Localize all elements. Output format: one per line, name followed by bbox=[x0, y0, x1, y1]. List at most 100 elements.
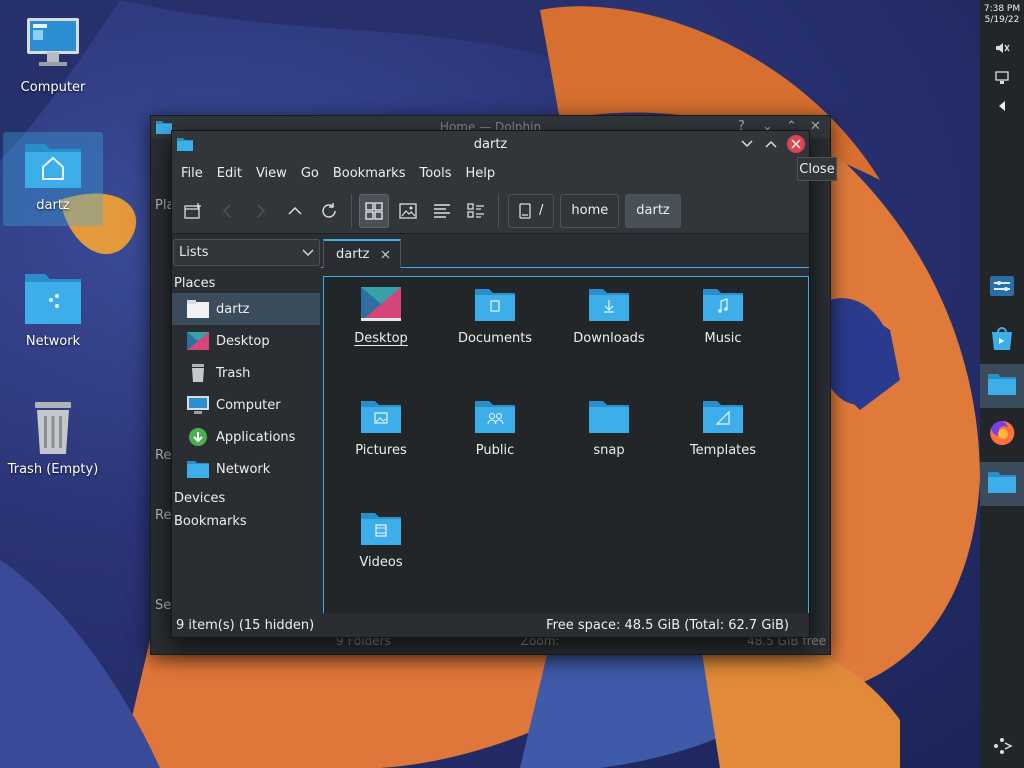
task-dolphin-1[interactable] bbox=[980, 364, 1024, 408]
dolphin-folder-icon bbox=[987, 469, 1017, 499]
toolbar: / home dartz bbox=[172, 188, 809, 234]
place-label: Network bbox=[216, 461, 271, 477]
up-button[interactable] bbox=[280, 194, 310, 228]
split-view-button[interactable] bbox=[461, 194, 491, 228]
folder-icon bbox=[587, 397, 631, 437]
details-view-button[interactable] bbox=[427, 194, 457, 228]
trash-icon bbox=[186, 363, 210, 383]
devices-header[interactable]: Devices bbox=[172, 485, 320, 508]
place-trash[interactable]: Trash bbox=[172, 357, 320, 389]
place-computer[interactable]: Computer bbox=[172, 389, 320, 421]
discover-store-icon bbox=[988, 324, 1016, 356]
place-applications[interactable]: Applications bbox=[172, 421, 320, 453]
tab-dartz[interactable]: dartz bbox=[323, 239, 401, 268]
dolphin-folder-icon bbox=[987, 371, 1017, 401]
file-item-documents[interactable]: Documents bbox=[438, 277, 552, 346]
applications-icon bbox=[186, 427, 210, 447]
network-connection-icon[interactable] bbox=[980, 70, 1024, 90]
forward-button[interactable] bbox=[246, 194, 276, 228]
expand-tray-icon[interactable] bbox=[980, 99, 1024, 117]
menu-edit[interactable]: Edit bbox=[210, 166, 249, 181]
close-icon[interactable]: ✕ bbox=[810, 119, 821, 134]
file-item-music[interactable]: Music bbox=[666, 277, 780, 346]
panel-options-icon[interactable] bbox=[980, 734, 1024, 762]
desktop-icon-label: Trash (Empty) bbox=[7, 462, 99, 477]
menu-bookmarks[interactable]: Bookmarks bbox=[326, 166, 413, 181]
window-titlebar[interactable]: dartz bbox=[172, 131, 809, 158]
network-folder-icon bbox=[21, 268, 85, 332]
desktop-icon-computer[interactable]: Computer bbox=[3, 14, 103, 95]
close-icon bbox=[791, 139, 801, 149]
menu-go[interactable]: Go bbox=[294, 166, 326, 181]
desktop-icon-trash[interactable]: Trash (Empty) bbox=[3, 396, 103, 477]
new-window-button[interactable] bbox=[178, 194, 208, 228]
close-tooltip: Close bbox=[797, 157, 837, 181]
place-network[interactable]: Network bbox=[172, 453, 320, 485]
file-item-pictures[interactable]: Pictures bbox=[324, 389, 438, 458]
task-discover[interactable] bbox=[980, 318, 1024, 362]
volume-muted-icon[interactable] bbox=[980, 40, 1024, 60]
menu-bar: File Edit View Go Bookmarks Tools Help bbox=[172, 158, 809, 188]
toolbar-separator bbox=[498, 193, 499, 228]
place-label: dartz bbox=[216, 301, 250, 317]
minimize-button[interactable] bbox=[738, 135, 756, 153]
place-desktop[interactable]: Desktop bbox=[172, 325, 320, 357]
file-item-snap[interactable]: snap bbox=[552, 389, 666, 458]
digital-clock[interactable]: 7:38 PM 5/19/22 bbox=[980, 4, 1024, 26]
breadcrumb-home[interactable]: home bbox=[560, 193, 620, 228]
icons-view-icon bbox=[365, 201, 383, 220]
image-preview-icon bbox=[399, 202, 417, 219]
desktop-icon-network[interactable]: Network bbox=[3, 268, 103, 349]
firefox-icon bbox=[988, 419, 1016, 451]
icons-view-button[interactable] bbox=[359, 193, 389, 228]
reload-button[interactable] bbox=[314, 194, 344, 228]
chevron-up-icon bbox=[288, 206, 302, 215]
drive-icon bbox=[519, 202, 531, 219]
clock-date: 5/19/22 bbox=[984, 15, 1020, 25]
panel-mode-select[interactable]: Lists bbox=[173, 239, 320, 266]
close-tab-icon[interactable] bbox=[381, 250, 390, 259]
menu-file[interactable]: File bbox=[174, 166, 210, 181]
file-item-label: Public bbox=[475, 443, 515, 458]
home-folder-icon bbox=[21, 132, 85, 196]
documents-folder-icon bbox=[473, 285, 517, 325]
menu-tools[interactable]: Tools bbox=[412, 166, 458, 181]
bookmarks-header[interactable]: Bookmarks bbox=[172, 508, 320, 531]
dolphin-window[interactable]: dartz File Edit View Go Bookmarks Tools … bbox=[171, 130, 810, 638]
back-button[interactable] bbox=[212, 194, 242, 228]
desktop-icon-dartz[interactable]: dartz bbox=[3, 132, 103, 226]
menu-help[interactable]: Help bbox=[459, 166, 503, 181]
task-dolphin-2[interactable] bbox=[980, 462, 1024, 506]
new-window-icon bbox=[184, 202, 201, 219]
file-item-videos[interactable]: Videos bbox=[324, 501, 438, 570]
breadcrumb-root-label: / bbox=[539, 203, 544, 218]
file-item-desktop[interactable]: Desktop bbox=[324, 277, 438, 346]
file-item-templates[interactable]: Templates bbox=[666, 389, 780, 458]
back-remote-label: Re bbox=[155, 508, 172, 523]
maximize-button[interactable] bbox=[762, 135, 780, 153]
preview-button[interactable] bbox=[393, 194, 423, 228]
split-view-icon bbox=[467, 202, 484, 218]
reload-icon bbox=[322, 202, 336, 218]
close-button[interactable] bbox=[787, 135, 805, 153]
file-item-label: Pictures bbox=[355, 443, 407, 458]
places-header: Places bbox=[174, 276, 216, 291]
back-search-label: Se bbox=[155, 598, 172, 613]
tab-label: dartz bbox=[336, 247, 370, 262]
menu-view[interactable]: View bbox=[249, 166, 294, 181]
breadcrumb-dartz[interactable]: dartz bbox=[625, 193, 681, 228]
file-view[interactable]: Desktop Documents Downloads Music Pictur… bbox=[323, 276, 809, 615]
task-settings[interactable] bbox=[980, 266, 1024, 310]
downloads-folder-icon bbox=[587, 285, 631, 325]
file-item-downloads[interactable]: Downloads bbox=[552, 277, 666, 346]
desktop-icon-label: Computer bbox=[20, 80, 86, 95]
trash-icon bbox=[21, 396, 85, 460]
file-item-label: Videos bbox=[359, 555, 403, 570]
file-item-public[interactable]: Public bbox=[438, 389, 552, 458]
computer-icon bbox=[186, 395, 210, 415]
breadcrumb-root[interactable]: / bbox=[508, 193, 555, 228]
place-dartz[interactable]: dartz bbox=[172, 293, 320, 325]
task-firefox[interactable] bbox=[980, 413, 1024, 457]
clock-time: 7:38 PM bbox=[983, 4, 1021, 14]
window-title: dartz bbox=[473, 137, 508, 152]
